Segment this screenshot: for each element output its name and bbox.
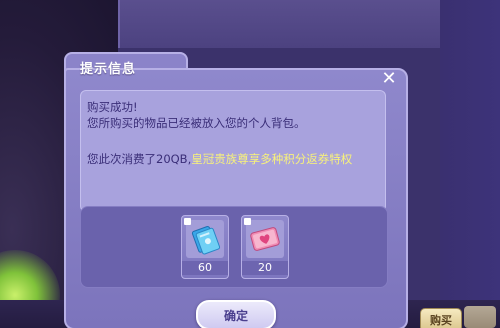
reward-items-box: 60 20 <box>80 206 388 288</box>
message-box: 购买成功! 您所购买的物品已经被放入您的个人背包。 您此次消费了20QB,皇冠贵… <box>80 90 386 212</box>
confirm-button[interactable]: 确定 <box>196 300 276 328</box>
bag-notice-text: 您所购买的物品已经被放入您的个人背包。 <box>87 116 306 130</box>
purchase-success-text: 购买成功! <box>87 100 138 114</box>
background-scene-right <box>440 0 500 328</box>
blue-ticket-icon <box>186 220 224 258</box>
cost-line: 您此次消费了20QB,皇冠贵族尊享多种积分返券特权 <box>87 151 352 167</box>
privilege-link[interactable]: 皇冠贵族尊享多种积分返券特权 <box>191 152 352 166</box>
buy-button[interactable]: 购买 <box>420 308 462 328</box>
item-badge <box>244 218 251 225</box>
reward-item[interactable]: 20 <box>241 215 289 279</box>
pink-heart-card-icon <box>246 220 284 258</box>
reward-item-count: 20 <box>242 261 288 275</box>
item-badge <box>184 218 191 225</box>
background-panel-text <box>150 0 450 8</box>
reward-item-count: 60 <box>182 261 228 275</box>
background-decoration <box>464 306 496 328</box>
reward-item[interactable]: 60 <box>181 215 229 279</box>
notice-dialog: 提示信息 ✕ 购买成功! 您所购买的物品已经被放入您的个人背包。 您此次消费了2… <box>64 52 408 328</box>
cost-text: 您此次消费了20QB, <box>87 152 192 166</box>
close-button[interactable]: ✕ <box>380 70 398 88</box>
game-scene: 购买 提示信息 ✕ 购买成功! 您所购买的物品已经被放入您的个人背包。 您此次消… <box>0 0 500 328</box>
dialog-title: 提示信息 <box>80 62 137 77</box>
